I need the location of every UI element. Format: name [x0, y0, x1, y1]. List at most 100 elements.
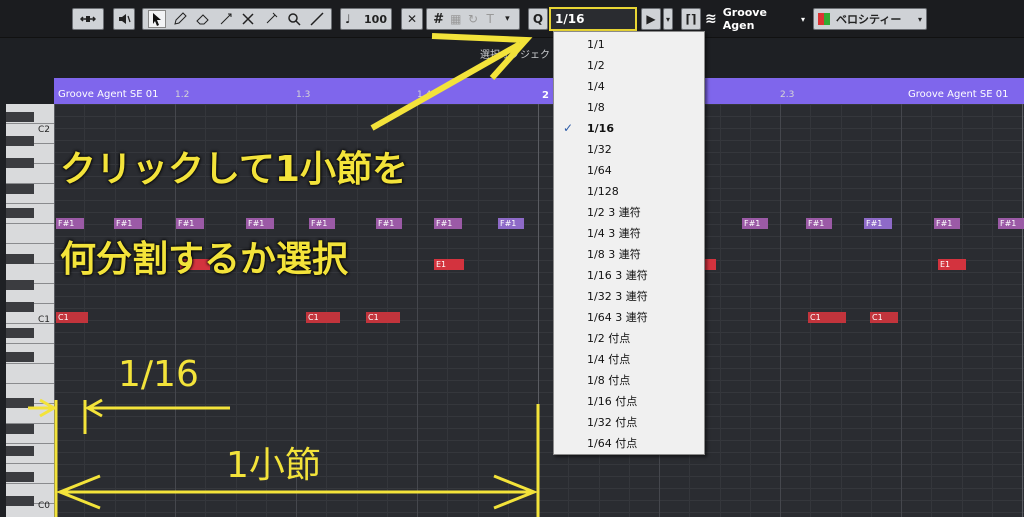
quantize-menu-item[interactable]: 1/16	[554, 118, 704, 139]
quantize-menu-item[interactable]: 1/8 付点	[554, 370, 704, 391]
quantize-menu-item[interactable]: 1/32 3 連符	[554, 286, 704, 307]
black-key[interactable]	[6, 446, 34, 456]
black-key[interactable]	[6, 352, 34, 362]
grid-column-line	[841, 104, 842, 517]
snap-toggle-button[interactable]: ✕	[401, 8, 423, 30]
quantize-menu-item[interactable]: 1/16 3 連符	[554, 265, 704, 286]
quantize-menu-item[interactable]: 1/128	[554, 181, 704, 202]
quantize-menu-item[interactable]: 1/2 3 連符	[554, 202, 704, 223]
quantize-menu-arrow[interactable]: ▾	[663, 8, 673, 30]
key-label-c0: C0	[38, 501, 51, 511]
ruler[interactable]: Groove Agent SE 01 Groove Agent SE 01 1.…	[54, 78, 1024, 104]
note-fs1[interactable]: F#1	[176, 218, 204, 229]
instrument-select[interactable]: ≋ Groove Agen ▾	[705, 6, 805, 32]
eraser-icon[interactable]	[194, 10, 212, 28]
black-key[interactable]	[6, 254, 34, 264]
quantize-settings-button[interactable]: ▶	[641, 8, 661, 30]
grid-snap-icon[interactable]: ▦	[447, 10, 464, 28]
snap-cycle-icon[interactable]: ↻	[464, 10, 481, 28]
step-input-button[interactable]: ⌈⌉	[681, 8, 701, 30]
line-tool-icon[interactable]	[308, 10, 326, 28]
quantize-menu-item[interactable]: 1/16 付点	[554, 391, 704, 412]
chevron-down-icon[interactable]: ▾	[499, 10, 516, 28]
black-key[interactable]	[6, 398, 34, 408]
quantize-menu-item[interactable]: 1/8	[554, 97, 704, 118]
note-fs1[interactable]: F#1	[309, 218, 335, 229]
black-key[interactable]	[6, 424, 34, 434]
black-key[interactable]	[6, 280, 34, 290]
note-c1[interactable]: C1	[366, 312, 400, 323]
trim-icon[interactable]	[217, 10, 235, 28]
note-fs1[interactable]: F#1	[742, 218, 768, 229]
zoom-icon[interactable]	[285, 10, 303, 28]
quantize-menu-item[interactable]: 1/4 3 連符	[554, 223, 704, 244]
grid-row-line	[54, 284, 1024, 285]
black-key[interactable]	[6, 302, 34, 312]
black-key[interactable]	[6, 208, 34, 218]
note-fs1[interactable]: F#1	[498, 218, 524, 229]
note-c1[interactable]: C1	[56, 312, 88, 323]
note-fs1[interactable]: F#1	[434, 218, 462, 229]
speaker-icon	[119, 14, 131, 24]
note-c1[interactable]: C1	[870, 312, 898, 323]
key-label-c2: C2	[38, 125, 51, 135]
quantize-menu-item[interactable]: 1/64 3 連符	[554, 307, 704, 328]
grid-row-line	[54, 296, 1024, 297]
grid-column-line	[447, 104, 448, 517]
quantize-menu-item[interactable]: 1/64	[554, 160, 704, 181]
quantize-menu-item[interactable]: 1/1	[554, 34, 704, 55]
quantize-preset-select[interactable]: 1/16	[549, 7, 637, 31]
note-c1[interactable]: C1	[808, 312, 846, 323]
note-fs1[interactable]: F#1	[246, 218, 274, 229]
quantize-menu-item[interactable]: 1/32 付点	[554, 412, 704, 433]
mute-toggle-button[interactable]	[113, 8, 135, 30]
note-e1[interactable]: E1	[938, 259, 966, 270]
black-key[interactable]	[6, 112, 34, 122]
note-c1[interactable]: C1	[306, 312, 340, 323]
quantize-menu-item[interactable]: 1/32	[554, 139, 704, 160]
note-fs1[interactable]: F#1	[114, 218, 142, 229]
quantize-menu-item[interactable]: 1/4	[554, 76, 704, 97]
grid-row-line	[54, 476, 1024, 477]
black-key[interactable]	[6, 158, 34, 168]
part-header-right[interactable]: Groove Agent SE 01	[904, 86, 1024, 104]
white-key[interactable]	[6, 224, 54, 244]
quantize-menu-item[interactable]: 1/2 付点	[554, 328, 704, 349]
grid-row-line	[54, 428, 1024, 429]
grid-row-line	[54, 440, 1024, 441]
ruler-tick: 1.3	[296, 90, 311, 100]
grid-icon[interactable]: #	[430, 10, 447, 28]
grid-row-line	[54, 128, 1024, 129]
black-key[interactable]	[6, 472, 34, 482]
black-key[interactable]	[6, 136, 34, 146]
quantize-menu-item[interactable]: 1/2	[554, 55, 704, 76]
quantize-apply-button[interactable]: Q	[528, 8, 548, 30]
chevron-down-icon: ▾	[917, 14, 922, 24]
quantize-value: 1/16	[555, 12, 585, 26]
transport-mode-button[interactable]	[72, 8, 104, 30]
black-key[interactable]	[6, 328, 34, 338]
note-fs1[interactable]: F#1	[376, 218, 402, 229]
pointer-icon[interactable]	[148, 10, 167, 28]
grid-column-line	[750, 104, 751, 517]
glue-icon[interactable]	[262, 10, 280, 28]
insert-velocity-field[interactable]: ♩ 100	[340, 8, 392, 30]
quantize-menu-item[interactable]: 1/64 付点	[554, 433, 704, 454]
grid-row-line	[54, 344, 1024, 345]
controller-lane-select[interactable]: ベロシティー ▾	[813, 8, 927, 30]
quantize-menu-item[interactable]: 1/8 3 連符	[554, 244, 704, 265]
note-fs1[interactable]: F#1	[998, 218, 1024, 229]
split-icon[interactable]	[239, 10, 257, 28]
black-key[interactable]	[6, 184, 34, 194]
black-key[interactable]	[6, 496, 34, 506]
note-fs1[interactable]: F#1	[934, 218, 960, 229]
quantize-menu-item[interactable]: 1/4 付点	[554, 349, 704, 370]
white-key[interactable]	[6, 364, 54, 384]
note-fs1[interactable]: F#1	[806, 218, 832, 229]
note-fs1[interactable]: F#1	[864, 218, 892, 229]
note-e1[interactable]: E1	[434, 259, 464, 270]
pencil-icon[interactable]	[171, 10, 189, 28]
note-fs1[interactable]: F#1	[56, 218, 84, 229]
snap-type-icon[interactable]: T	[482, 10, 499, 28]
piano-keyboard[interactable]: C2 C1 C0	[6, 104, 54, 517]
